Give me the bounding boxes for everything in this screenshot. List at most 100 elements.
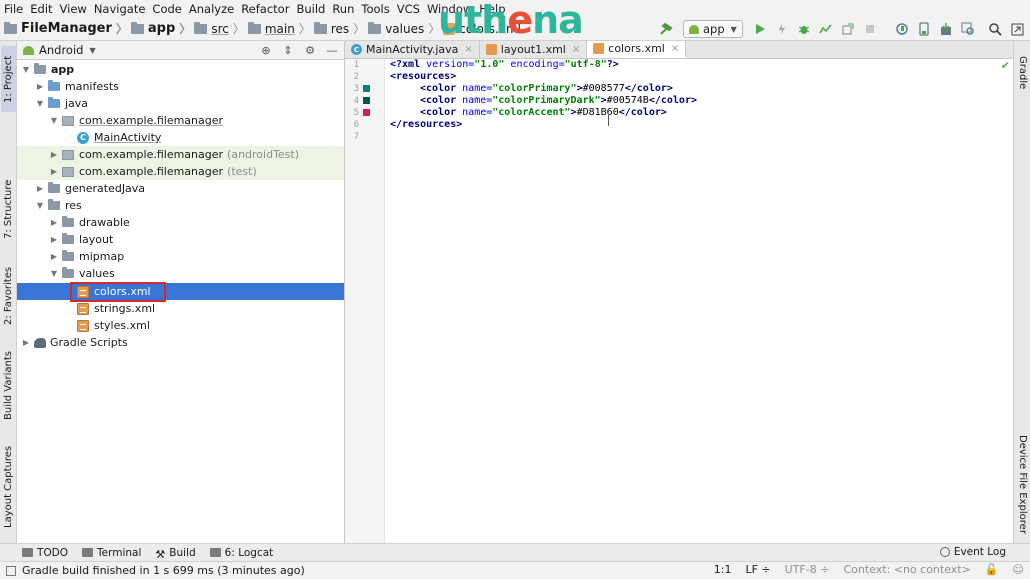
menu-vcs[interactable]: VCS [397, 2, 420, 16]
hide-panel-icon[interactable]: — [324, 42, 340, 58]
ide-updates-icon[interactable] [1010, 21, 1026, 37]
todo-tab[interactable]: TODO [22, 547, 68, 559]
file-encoding[interactable]: UTF-8 ÷ [785, 563, 830, 576]
breadcrumb-project[interactable]: FileManager 〉 [4, 20, 128, 37]
tree-item-generatedjava[interactable]: ▶ generatedJava [17, 180, 344, 197]
tree-item-values[interactable]: ▼ values [17, 265, 344, 282]
hammer-icon[interactable] [658, 21, 674, 37]
chevron-right-icon[interactable]: ▶ [35, 184, 45, 193]
tree-item-mainactivity[interactable]: C MainActivity [17, 129, 344, 146]
sync-icon[interactable] [894, 21, 910, 37]
menu-code[interactable]: Code [152, 2, 181, 16]
menu-run[interactable]: Run [332, 2, 354, 16]
locate-icon[interactable]: ⊕ [258, 42, 274, 58]
menu-tools[interactable]: Tools [361, 2, 389, 16]
menu-build[interactable]: Build [296, 2, 325, 16]
chevron-right-icon[interactable]: ▶ [49, 167, 59, 176]
context-indicator[interactable]: Context: <no context> [843, 563, 970, 576]
line-separator[interactable]: LF ÷ [745, 563, 770, 576]
tree-item-java[interactable]: ▼ java [17, 95, 344, 112]
layout-inspector-icon[interactable] [960, 21, 976, 37]
build-tab[interactable]: ⚒ Build [155, 547, 195, 562]
chevron-right-icon[interactable]: ▶ [49, 252, 59, 261]
menu-view[interactable]: View [60, 2, 87, 16]
toggle-tool-windows-icon[interactable] [6, 565, 16, 576]
chevron-down-icon[interactable]: ▼ [35, 201, 45, 210]
status-message[interactable]: Gradle build finished in 1 s 699 ms (3 m… [22, 564, 305, 577]
color-swatch-primary-dark[interactable] [363, 97, 370, 104]
breadcrumb-app[interactable]: app 〉 [130, 20, 191, 37]
close-icon[interactable]: × [572, 44, 580, 55]
code-editor[interactable]: 1 2 3 4 5 6 7 <?xml version="1.0" encodi… [345, 59, 1013, 543]
tree-item-strings-xml[interactable]: strings.xml [17, 300, 344, 317]
menu-file[interactable]: File [4, 2, 23, 16]
gradle-tool-tab[interactable]: Gradle [1015, 47, 1030, 99]
collapse-all-icon[interactable]: ⇕ [280, 42, 296, 58]
chevron-right-icon[interactable]: ▶ [21, 338, 31, 347]
menu-navigate[interactable]: Navigate [94, 2, 146, 16]
event-log-tab[interactable]: Event Log [939, 546, 1006, 558]
tab-layout1-xml[interactable]: layout1.xml × [479, 41, 588, 58]
breadcrumb-values[interactable]: values 〉 [368, 20, 440, 37]
profile-icon[interactable] [818, 21, 834, 37]
hector-icon[interactable]: ☺ [1013, 563, 1024, 576]
chevron-down-icon[interactable]: ▼ [49, 269, 59, 278]
caret-position[interactable]: 1:1 [714, 563, 732, 576]
logcat-tab[interactable]: 6: Logcat [209, 547, 273, 559]
code-line: <?xml version="1.0" encoding="utf-8"?> [390, 59, 619, 70]
menu-refactor[interactable]: Refactor [241, 2, 289, 16]
favorites-tool-tab[interactable]: 2: Favorites [1, 261, 16, 331]
tree-item-manifests[interactable]: ▶ manifests [17, 78, 344, 95]
build-variants-tool-tab[interactable]: Build Variants [1, 346, 16, 426]
lock-icon[interactable]: 🔓 [985, 563, 999, 576]
chevron-right-icon[interactable]: ▶ [49, 218, 59, 227]
run-configuration-select[interactable]: app ▼ [683, 20, 743, 38]
chevron-right-icon[interactable]: ▶ [49, 150, 59, 159]
tree-item-app[interactable]: ▼ app [17, 61, 344, 78]
gear-icon[interactable]: ⚙ [302, 42, 318, 58]
search-icon[interactable] [988, 21, 1004, 37]
tree-item-mipmap[interactable]: ▶ mipmap [17, 248, 344, 265]
project-tool-tab[interactable]: 1: Project [1, 46, 16, 112]
structure-tool-tab[interactable]: 7: Structure [1, 175, 16, 243]
breadcrumb-res[interactable]: res 〉 [313, 20, 365, 37]
chevron-down-icon[interactable]: ▼ [49, 116, 59, 125]
chevron-right-icon[interactable]: ▶ [49, 235, 59, 244]
menu-analyze[interactable]: Analyze [189, 2, 234, 16]
chevron-right-icon[interactable]: ▶ [35, 82, 45, 91]
tree-item-res[interactable]: ▼ res [17, 197, 344, 214]
apply-changes-icon[interactable] [774, 21, 790, 37]
close-icon[interactable]: × [671, 43, 679, 54]
attach-icon[interactable] [840, 21, 856, 37]
tree-item-styles-xml[interactable]: styles.xml [17, 317, 344, 334]
tree-item-gradle-scripts[interactable]: ▶ Gradle Scripts [17, 334, 344, 351]
tree-item-package-androidtest[interactable]: ▶ com.example.filemanager (androidTest) [17, 146, 344, 163]
tree-item-package-test[interactable]: ▶ com.example.filemanager (test) [17, 163, 344, 180]
terminal-tab[interactable]: Terminal [82, 547, 141, 559]
chevron-down-icon[interactable]: ▼ [21, 65, 31, 74]
run-icon[interactable] [752, 21, 768, 37]
tree-item-colors-xml[interactable]: colors.xml [17, 283, 344, 300]
view-mode-select[interactable]: Android [39, 43, 83, 57]
stop-icon[interactable] [862, 21, 878, 37]
layout-captures-tool-tab[interactable]: Layout Captures [1, 441, 16, 533]
breadcrumb-src[interactable]: src 〉 [194, 20, 245, 37]
menu-edit[interactable]: Edit [30, 2, 52, 16]
close-icon[interactable]: × [464, 44, 472, 55]
avd-manager-icon[interactable] [916, 21, 932, 37]
code-line: <color name="colorPrimary">#008577</colo… [420, 83, 673, 94]
tree-item-drawable[interactable]: ▶ drawable [17, 214, 344, 231]
debug-icon[interactable] [796, 21, 812, 37]
color-swatch-primary[interactable] [363, 85, 370, 92]
breadcrumb-main[interactable]: main 〉 [247, 20, 311, 37]
device-file-explorer-tab[interactable]: Device File Explorer [1015, 429, 1030, 539]
tab-mainactivity-java[interactable]: C MainActivity.java × [345, 41, 480, 58]
sdk-manager-icon[interactable] [938, 21, 954, 37]
color-swatch-accent[interactable] [363, 109, 370, 116]
chevron-down-icon[interactable]: ▼ [35, 99, 45, 108]
tree-item-layout[interactable]: ▶ layout [17, 231, 344, 248]
tab-colors-xml[interactable]: colors.xml × [587, 41, 687, 58]
android-icon [23, 45, 34, 55]
chevron-down-icon[interactable]: ▼ [89, 46, 95, 55]
tree-item-package-main[interactable]: ▼ com.example.filemanager [17, 112, 344, 129]
